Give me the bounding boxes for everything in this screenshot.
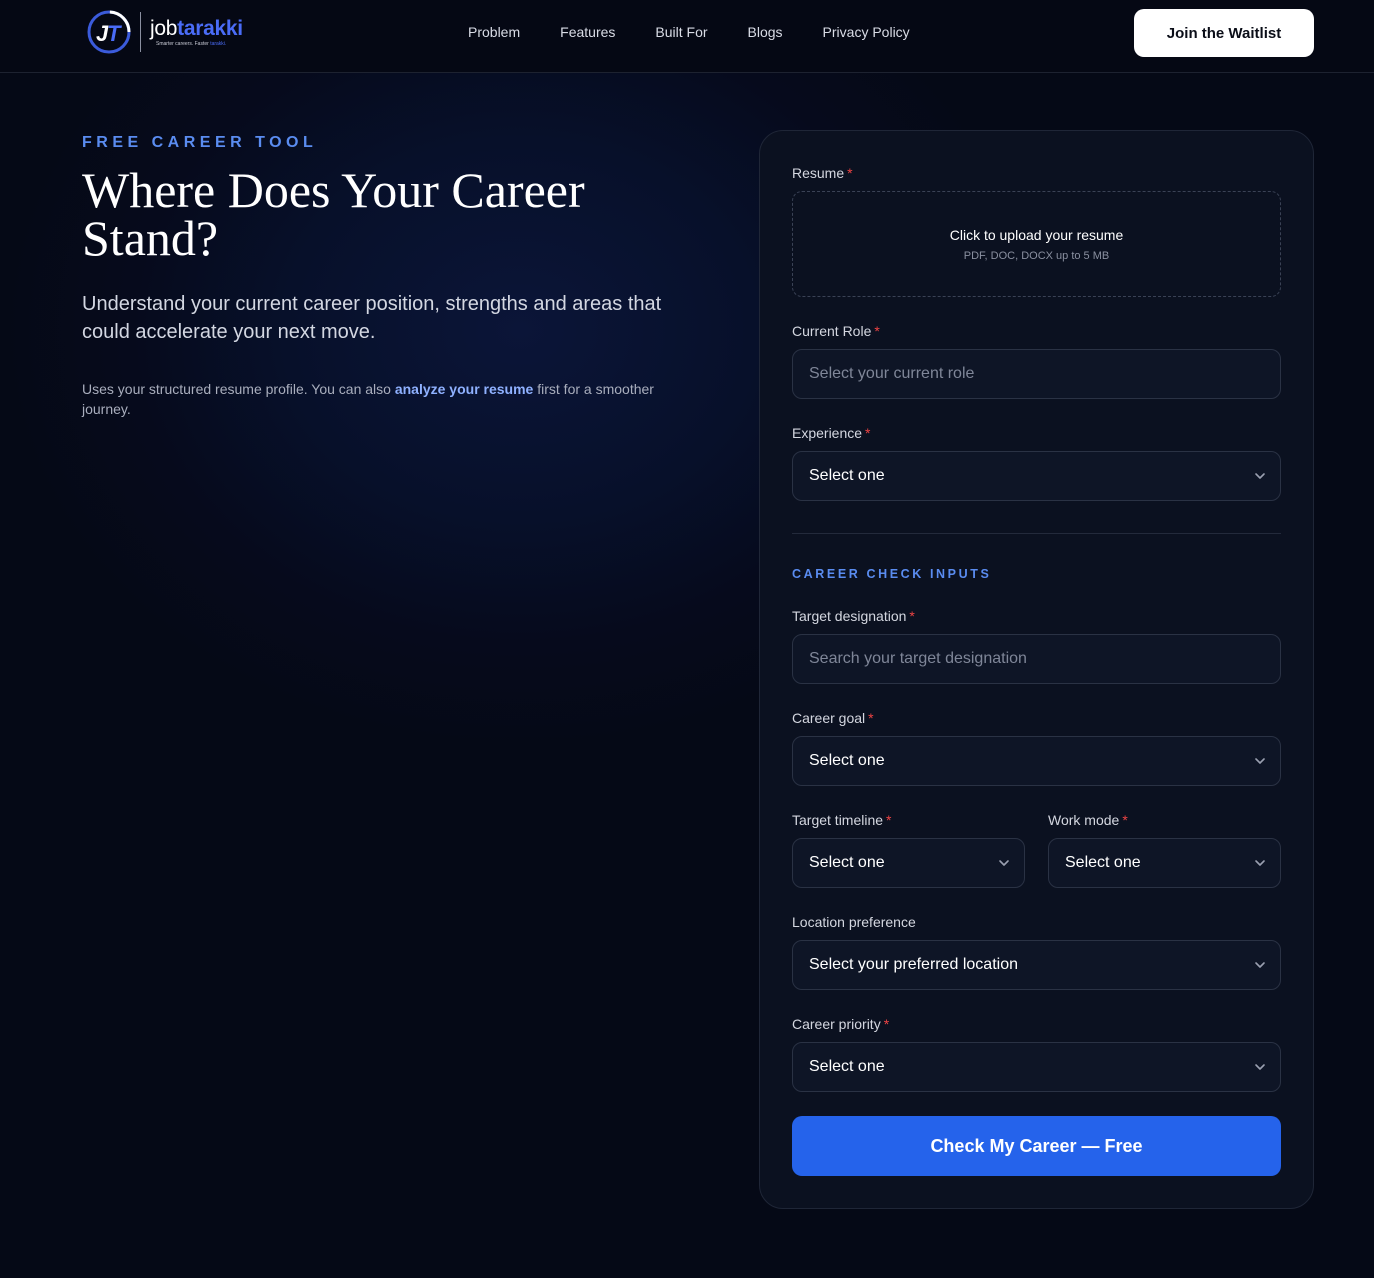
nav-blogs[interactable]: Blogs (748, 24, 783, 40)
target-designation-input[interactable]: Search your target designation (792, 634, 1281, 684)
resume-label-text: Resume (792, 165, 845, 181)
resume-upload-dropzone[interactable]: Click to upload your resume PDF, DOC, DO… (792, 191, 1281, 297)
chevron-down-icon (1255, 473, 1265, 479)
work-mode-value: Select one (1065, 854, 1141, 871)
logo-divider (140, 12, 141, 52)
chevron-down-icon (1255, 1064, 1265, 1070)
nav-features[interactable]: Features (560, 24, 615, 40)
location-preference-value: Select your preferred location (809, 956, 1018, 973)
career-goal-label-text: Career goal (792, 710, 866, 726)
career-check-form: Resume * Click to upload your resume PDF,… (759, 130, 1314, 1209)
career-priority-label-text: Career priority (792, 1016, 881, 1032)
target-timeline-value: Select one (809, 854, 885, 871)
hero-subtitle: Understand your current career position,… (82, 293, 662, 343)
required-mark: * (874, 323, 880, 339)
chevron-down-icon (1255, 758, 1265, 764)
required-mark: * (883, 1016, 890, 1032)
analyze-resume-link[interactable]: analyze your resume (395, 381, 534, 397)
work-mode-label: Work mode * (1048, 812, 1128, 828)
target-timeline-label: Target timeline * (792, 812, 892, 828)
jt-logo-icon: J T (86, 9, 132, 55)
location-preference-label-text: Location preference (792, 914, 916, 930)
experience-value: Select one (809, 467, 885, 484)
hero-note: Uses your structured resume profile. You… (82, 379, 702, 419)
logo-word-tarakki: tarakki (177, 16, 243, 40)
logo-tagline-highlight: tarakki. (210, 40, 227, 47)
main-nav: Problem Features Built For Blogs Privacy… (468, 24, 910, 40)
required-mark: * (847, 165, 853, 181)
required-mark: * (868, 710, 874, 726)
logo-text: jobtarakki Smarter careers. Faster tarak… (150, 18, 243, 47)
check-my-career-button[interactable]: Check My Career — Free (792, 1116, 1281, 1176)
nav-built-for[interactable]: Built For (655, 24, 707, 40)
career-goal-select[interactable]: Select one (792, 736, 1281, 786)
chevron-down-icon (999, 860, 1009, 866)
join-waitlist-button[interactable]: Join the Waitlist (1134, 9, 1314, 57)
site-header: J T jobtarakki Smarter careers. Faster t… (0, 0, 1374, 73)
target-timeline-label-text: Target timeline (792, 812, 884, 828)
experience-label-text: Experience (792, 425, 863, 441)
required-mark: * (909, 608, 915, 624)
current-role-placeholder: Select your current role (809, 365, 975, 382)
current-role-label-text: Current Role (792, 323, 872, 339)
required-mark: * (1122, 812, 1128, 828)
logo-word-job: job (150, 16, 178, 40)
upload-hint: PDF, DOC, DOCX up to 5 MB (963, 249, 1110, 262)
current-role-label: Current Role * (792, 323, 880, 339)
career-goal-value: Select one (809, 752, 885, 769)
career-priority-label: Career priority * (792, 1016, 889, 1032)
logo-tagline: Smarter careers. Faster (156, 40, 211, 47)
section-title: CAREER CHECK INPUTS (792, 567, 992, 581)
experience-label: Experience * (792, 425, 871, 441)
career-priority-value: Select one (809, 1058, 885, 1075)
hero-eyebrow: FREE CAREER TOOL (82, 134, 318, 151)
resume-label: Resume * (792, 165, 853, 181)
location-preference-select[interactable]: Select your preferred location (792, 940, 1281, 990)
location-preference-label: Location preference (792, 914, 916, 930)
career-goal-label: Career goal * (792, 710, 874, 726)
svg-text:T: T (107, 21, 122, 46)
target-timeline-select[interactable]: Select one (792, 838, 1025, 888)
career-priority-select[interactable]: Select one (792, 1042, 1281, 1092)
nav-privacy-policy[interactable]: Privacy Policy (823, 24, 910, 40)
experience-select[interactable]: Select one (792, 451, 1281, 501)
chevron-down-icon (1255, 962, 1265, 968)
current-role-input[interactable]: Select your current role (792, 349, 1281, 399)
work-mode-label-text: Work mode (1048, 812, 1120, 828)
nav-problem[interactable]: Problem (468, 24, 520, 40)
upload-title: Click to upload your resume (949, 226, 1124, 243)
target-designation-label-text: Target designation (792, 608, 907, 624)
page-title: Where Does Your Career Stand? (82, 162, 585, 266)
target-designation-placeholder: Search your target designation (809, 650, 1027, 667)
work-mode-select[interactable]: Select one (1048, 838, 1281, 888)
chevron-down-icon (1255, 860, 1265, 866)
hero-note-before: Uses your structured resume profile. You… (82, 381, 395, 397)
section-divider (792, 533, 1281, 534)
brand-logo[interactable]: J T jobtarakki Smarter careers. Faster t… (86, 8, 243, 56)
required-mark: * (865, 425, 871, 441)
target-designation-label: Target designation * (792, 608, 915, 624)
required-mark: * (886, 812, 892, 828)
